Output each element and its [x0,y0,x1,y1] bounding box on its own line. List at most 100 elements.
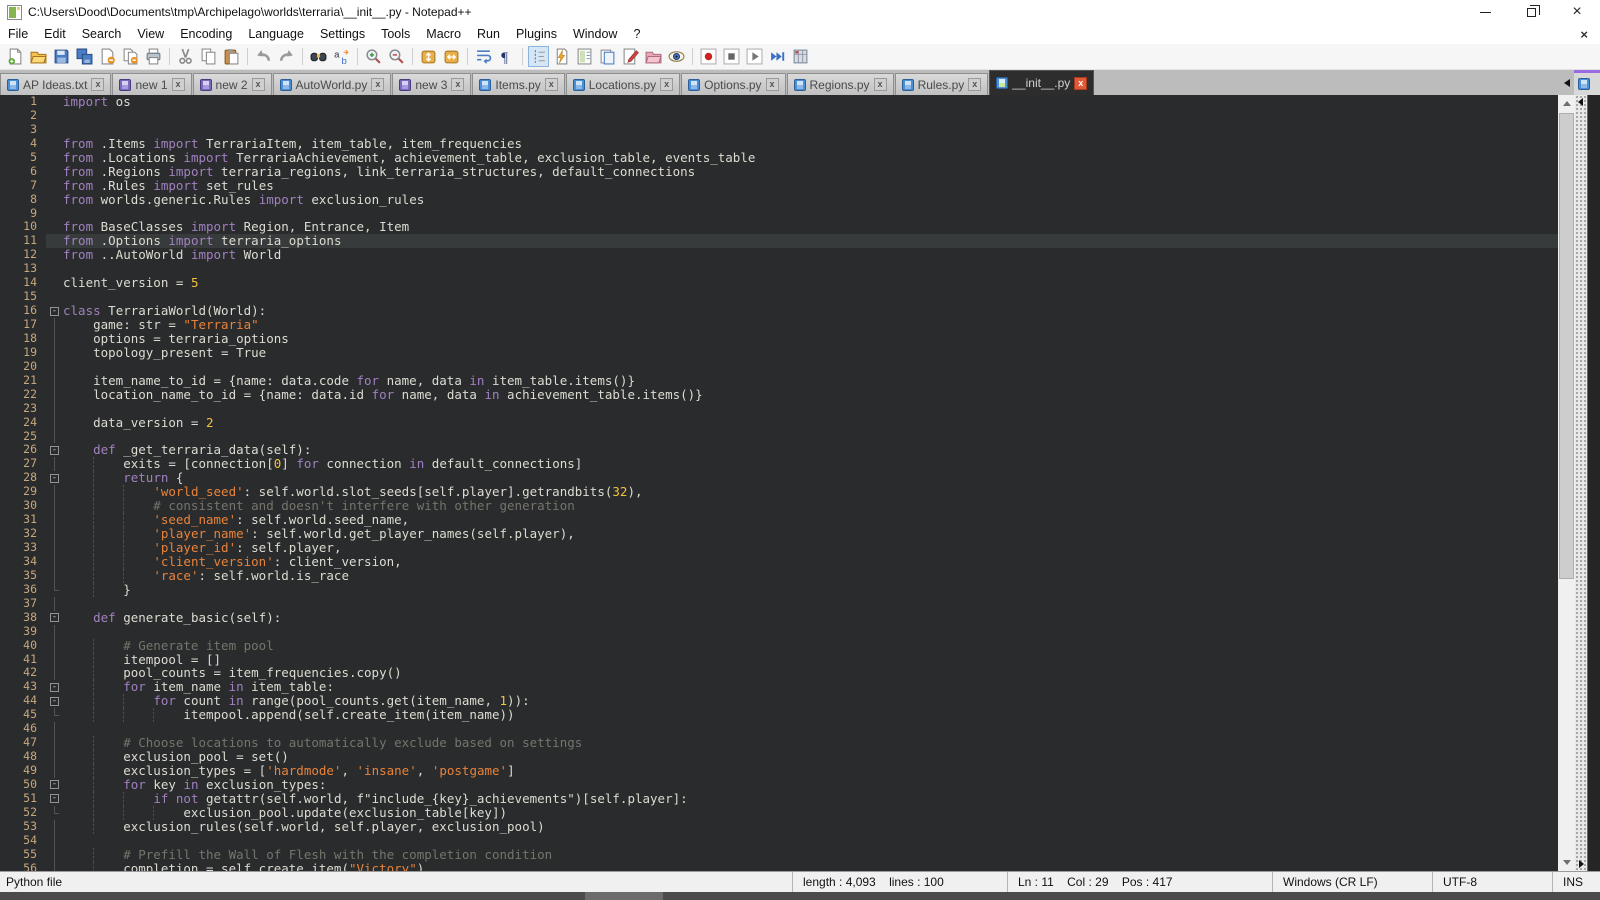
code-line[interactable]: 24 data_version = 2 [0,416,1558,430]
replace-icon[interactable]: ab [331,46,352,67]
code-line[interactable]: 53 exclusion_rules(self.world, self.play… [0,820,1558,834]
fold-margin[interactable]: - [46,443,63,457]
code-line[interactable]: 20 [0,360,1558,374]
code-line[interactable]: 8from worlds.generic.Rules import exclus… [0,193,1558,207]
fold-margin[interactable] [46,262,63,276]
fold-margin[interactable] [46,764,63,778]
code-line[interactable]: 54 [0,834,1558,848]
code-line[interactable]: 38- def generate_basic(self): [0,611,1558,625]
fold-margin[interactable] [46,318,63,332]
fold-margin[interactable] [46,639,63,653]
fold-margin[interactable] [46,248,63,262]
tab-rules-py[interactable]: Rules.pyx [895,73,989,95]
fold-margin[interactable] [46,666,63,680]
fold-margin[interactable] [46,234,63,248]
code-line[interactable]: 30 # consistent and doesn't interfere wi… [0,499,1558,513]
fold-margin[interactable] [46,834,63,848]
paste-icon[interactable] [221,46,242,67]
fold-margin[interactable] [46,513,63,527]
code-line[interactable]: 15 [0,290,1558,304]
fold-margin[interactable] [46,820,63,834]
print-icon[interactable] [143,46,164,67]
find-icon[interactable] [308,46,329,67]
tab-close-icon[interactable]: x [660,78,673,91]
code-line[interactable]: 33 'player_id': self.player, [0,541,1558,555]
code-line[interactable]: 13 [0,262,1558,276]
code-line[interactable]: 32 'player_name': self.world.get_player_… [0,527,1558,541]
code-line[interactable]: 42 pool_counts = item_frequencies.copy() [0,666,1558,680]
monitoring-icon[interactable] [666,46,687,67]
fold-margin[interactable] [46,276,63,290]
show-indent-guide-icon[interactable] [528,46,549,67]
code-line[interactable]: 43- for item_name in item_table: [0,680,1558,694]
fold-collapse-icon[interactable]: - [50,446,59,455]
fold-margin[interactable] [46,193,63,207]
fold-margin[interactable] [46,346,63,360]
fold-collapse-icon[interactable]: - [50,794,59,803]
sync-horizontal-scroll-icon[interactable] [441,46,462,67]
tab-new-3[interactable]: new 3x [392,73,471,95]
menu-item-edit[interactable]: Edit [36,24,74,44]
fold-margin[interactable] [46,95,63,109]
code-line[interactable]: 2 [0,109,1558,123]
status-encoding[interactable]: UTF-8 [1432,872,1552,892]
code-line[interactable]: 36 } [0,583,1558,597]
macro-record-icon[interactable] [698,46,719,67]
tab--init-py[interactable]: __init__.pyx [989,70,1094,95]
fold-margin[interactable] [46,416,63,430]
code-line[interactable]: 35 'race': self.world.is_race [0,569,1558,583]
menu-item-file[interactable]: File [0,24,36,44]
macro-stop-icon[interactable] [721,46,742,67]
fold-margin[interactable] [46,374,63,388]
fold-margin[interactable] [46,583,63,597]
fold-margin[interactable] [46,332,63,346]
fold-margin[interactable] [46,220,63,234]
fold-margin[interactable] [46,569,63,583]
macro-run-multiple-icon[interactable] [767,46,788,67]
code-line[interactable]: 48 exclusion_pool = set() [0,750,1558,764]
fold-margin[interactable] [46,137,63,151]
code-line[interactable]: 19 topology_present = True [0,346,1558,360]
menu-item-search[interactable]: Search [74,24,130,44]
code-line[interactable]: 17 game: str = "Terraria" [0,318,1558,332]
status-eol-format[interactable]: Windows (CR LF) [1272,872,1432,892]
fold-margin[interactable] [46,290,63,304]
tab-new-1[interactable]: new 1x [112,73,191,95]
code-line[interactable]: 6from .Regions import terraria_regions, … [0,165,1558,179]
menu-item-run[interactable]: Run [469,24,508,44]
fold-margin[interactable] [46,806,63,820]
close-file-icon[interactable] [97,46,118,67]
fold-collapse-icon[interactable]: - [50,474,59,483]
close-button[interactable]: × [1554,0,1600,24]
cut-icon[interactable] [175,46,196,67]
code-line[interactable]: 18 options = terraria_options [0,332,1558,346]
code-line[interactable]: 50- for key in exclusion_types: [0,778,1558,792]
code-line[interactable]: 28- return { [0,471,1558,485]
code-line[interactable]: 4from .Items import TerrariaItem, item_t… [0,137,1558,151]
document-map-icon[interactable] [574,46,595,67]
code-line[interactable]: 12from ..AutoWorld import World [0,248,1558,262]
fold-margin[interactable] [46,736,63,750]
code-line[interactable]: 29 'world_seed': self.world.slot_seeds[s… [0,485,1558,499]
undo-icon[interactable] [253,46,274,67]
fold-margin[interactable] [46,555,63,569]
code-line[interactable]: 23 [0,402,1558,416]
fold-margin[interactable] [46,653,63,667]
fold-margin[interactable] [46,360,63,374]
menu-item-help[interactable]: ? [625,24,648,44]
code-line[interactable]: 34 'client_version': client_version, [0,555,1558,569]
save-file-icon[interactable] [51,46,72,67]
fold-margin[interactable] [46,457,63,471]
fold-collapse-icon[interactable]: - [50,613,59,622]
show-all-characters-icon[interactable]: ¶ [496,46,517,67]
code-line[interactable]: 31 'seed_name': self.world.seed_name, [0,513,1558,527]
tab-close-icon[interactable]: x [371,78,384,91]
scrollbar-thumb[interactable] [1559,113,1574,579]
tab-close-icon[interactable]: x [874,78,887,91]
tab-close-icon[interactable]: x [91,78,104,91]
view-splitter[interactable] [1575,95,1587,871]
fold-margin[interactable]: - [46,304,63,318]
code-line[interactable]: 14client_version = 5 [0,276,1558,290]
tab-close-icon[interactable]: x [451,78,464,91]
tab-close-icon[interactable]: x [766,78,779,91]
